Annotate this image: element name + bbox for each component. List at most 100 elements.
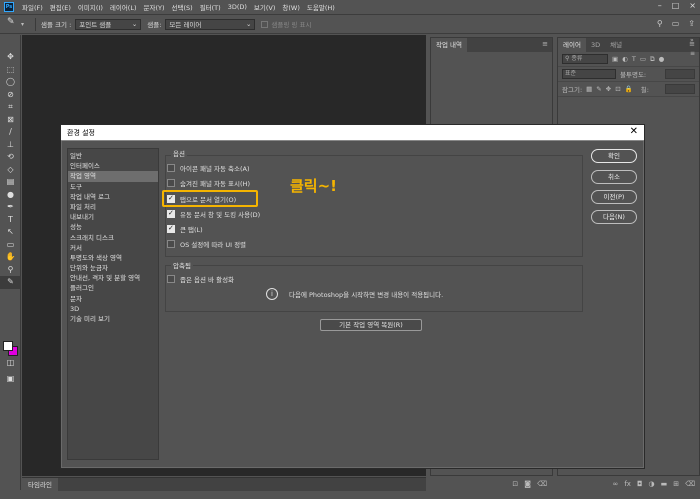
tab-channels[interactable]: 채널 [605, 38, 627, 52]
category-units-rulers[interactable]: 단위와 눈금자 [68, 263, 158, 273]
stamp-tool-icon[interactable]: ⊥ [0, 139, 21, 152]
screen-mode-icon[interactable]: ▣ [0, 373, 21, 386]
link-icon[interactable]: ∞ [612, 480, 618, 492]
eyedropper-tool-icon[interactable]: ✎ [7, 17, 21, 31]
category-type[interactable]: 문자 [68, 294, 158, 304]
panel-menu-icon[interactable]: ≡ [542, 40, 548, 48]
frame-tool-icon[interactable]: ⊠ [0, 114, 21, 127]
share-icon[interactable]: ⇪ [688, 19, 695, 28]
filter-toggle-icon[interactable]: ● [659, 55, 665, 63]
filter-pixel-icon[interactable]: ▣ [612, 55, 618, 63]
close-icon[interactable]: × [689, 1, 696, 10]
checkbox[interactable] [167, 164, 175, 172]
type-tool-icon[interactable]: T [0, 214, 21, 227]
folder-icon[interactable]: ▬ [661, 480, 668, 492]
chevron-down-icon[interactable]: ▾ [21, 21, 24, 28]
filter-smart-icon[interactable]: ⧉ [650, 55, 655, 64]
checkbox[interactable] [167, 275, 175, 283]
filter-shape-icon[interactable]: ▭ [640, 55, 646, 63]
option-align-ui-os[interactable]: OS 설정에 따라 UI 정렬 [167, 239, 246, 249]
lock-pixels-icon[interactable]: ▦ [586, 85, 592, 93]
category-scratch-disks[interactable]: 스크래치 디스크 [68, 233, 158, 243]
option-auto-show-hidden[interactable]: 숨겨진 패널 자동 표시(H) [167, 178, 250, 188]
menu-view[interactable]: 보기(V) [254, 2, 275, 12]
lock-artboard-icon[interactable]: ⊡ [615, 85, 620, 93]
category-workspace[interactable]: 작업 영역 [68, 171, 158, 182]
fx-icon[interactable]: fx [624, 480, 631, 492]
zoom-tool-icon[interactable]: ⚲ [0, 264, 21, 277]
prev-button[interactable]: 이전(P) [591, 190, 637, 204]
restore-default-workspaces-button[interactable]: 기본 작업 영역 복원(R) [320, 319, 422, 331]
lock-paint-icon[interactable]: ✎ [596, 85, 601, 93]
category-guides-grid[interactable]: 안내선, 격자 및 분할 영역 [68, 273, 158, 283]
checkbox[interactable] [167, 209, 175, 218]
minimize-icon[interactable]: – [658, 1, 662, 10]
trash-icon[interactable]: ⌫ [685, 480, 695, 492]
option-large-tabs[interactable]: 큰 탭(L) [167, 224, 203, 234]
category-general[interactable]: 일반 [68, 151, 158, 161]
maximize-icon[interactable]: □ [672, 1, 680, 10]
category-file-handling[interactable]: 파일 처리 [68, 202, 158, 212]
menu-file[interactable]: 파일(F) [22, 2, 43, 12]
cancel-button[interactable]: 취소 [591, 170, 637, 184]
checkbox[interactable] [167, 179, 175, 187]
hand-tool-icon[interactable]: ✋ [0, 251, 21, 264]
crop-tool-icon[interactable]: ⌗ [0, 101, 21, 114]
blend-mode-select[interactable]: 표준 [562, 69, 616, 79]
pen-tool-icon[interactable]: ✒ [0, 201, 21, 214]
close-icon[interactable]: ✕ [630, 126, 638, 137]
next-button[interactable]: 다음(N) [591, 210, 637, 224]
category-transparency-gamut[interactable]: 투명도와 색상 영역 [68, 253, 158, 263]
lasso-tool-icon[interactable]: ◯ [0, 76, 21, 89]
tab-timeline[interactable]: 타임라인 [22, 478, 58, 492]
marquee-tool-icon[interactable]: ⬚ [0, 64, 21, 77]
menu-filter[interactable]: 필터(T) [200, 2, 221, 12]
path-select-tool-icon[interactable]: ↖ [0, 226, 21, 239]
shape-tool-icon[interactable]: ▭ [0, 239, 21, 252]
quick-mask-icon[interactable]: ◫ [0, 357, 21, 370]
new-document-icon[interactable]: ⊡ [512, 480, 518, 492]
lock-position-icon[interactable]: ✥ [606, 85, 611, 93]
gradient-tool-icon[interactable]: ▤ [0, 176, 21, 189]
menu-select[interactable]: 선택(S) [172, 2, 193, 12]
option-auto-collapse[interactable]: 아이콘 패널 자동 축소(A) [167, 163, 250, 173]
sample-select[interactable]: 모든 레이어 ⌄ [165, 18, 256, 30]
category-export[interactable]: 내보내기 [68, 212, 158, 222]
category-tools[interactable]: 도구 [68, 182, 158, 192]
option-narrow-options-bar[interactable]: 좁은 옵션 바 활성화 [167, 274, 234, 284]
menu-image[interactable]: 이미지(I) [78, 2, 103, 12]
category-history-log[interactable]: 작업 내역 로그 [68, 192, 158, 202]
brush-tool-icon[interactable]: ∕ [0, 126, 21, 139]
category-performance[interactable]: 성능 [68, 222, 158, 232]
search-icon[interactable]: ⚲ [657, 19, 663, 28]
foreground-color-swatch[interactable] [3, 341, 13, 351]
menu-layer[interactable]: 레이어(L) [110, 2, 137, 12]
checkbox[interactable] [167, 240, 175, 248]
tab-history[interactable]: 작업 내역 [431, 38, 467, 52]
category-plugins[interactable]: 플러그인 [68, 283, 158, 293]
sample-size-select[interactable]: 포인트 샘플 ⌄ [75, 18, 142, 30]
tab-3d[interactable]: 3D [586, 38, 605, 52]
quick-select-tool-icon[interactable]: ⊘ [0, 89, 21, 102]
category-3d[interactable]: 3D [68, 304, 158, 314]
category-tech-previews[interactable]: 기술 미리 보기 [68, 314, 158, 324]
menu-type[interactable]: 문자(Y) [144, 2, 165, 12]
new-layer-icon[interactable]: ⊞ [673, 480, 679, 492]
lock-all-icon[interactable]: 🔒 [625, 85, 633, 93]
panel-menu-icon[interactable]: ≡ [690, 50, 700, 57]
move-tool-icon[interactable]: ✥ [0, 51, 21, 64]
dodge-tool-icon[interactable]: ● [0, 189, 21, 202]
ok-button[interactable]: 확인 [591, 149, 637, 163]
category-interface[interactable]: 인터페이스 [68, 161, 158, 171]
filter-adjust-icon[interactable]: ◐ [622, 55, 628, 63]
adjustment-icon[interactable]: ◑ [648, 480, 654, 492]
eyedropper-tool-icon[interactable]: ✎ [0, 276, 21, 289]
mask-icon[interactable]: ◘ [637, 480, 643, 492]
layer-filter-select[interactable]: ⚲ 종류 [562, 54, 608, 64]
menu-edit[interactable]: 편집(E) [50, 2, 71, 12]
checkbox[interactable] [167, 224, 175, 233]
menu-help[interactable]: 도움말(H) [307, 2, 335, 12]
collapse-icon[interactable]: » [690, 37, 700, 44]
filter-type-icon[interactable]: T [632, 55, 636, 63]
history-brush-icon[interactable]: ⟲ [0, 151, 21, 164]
